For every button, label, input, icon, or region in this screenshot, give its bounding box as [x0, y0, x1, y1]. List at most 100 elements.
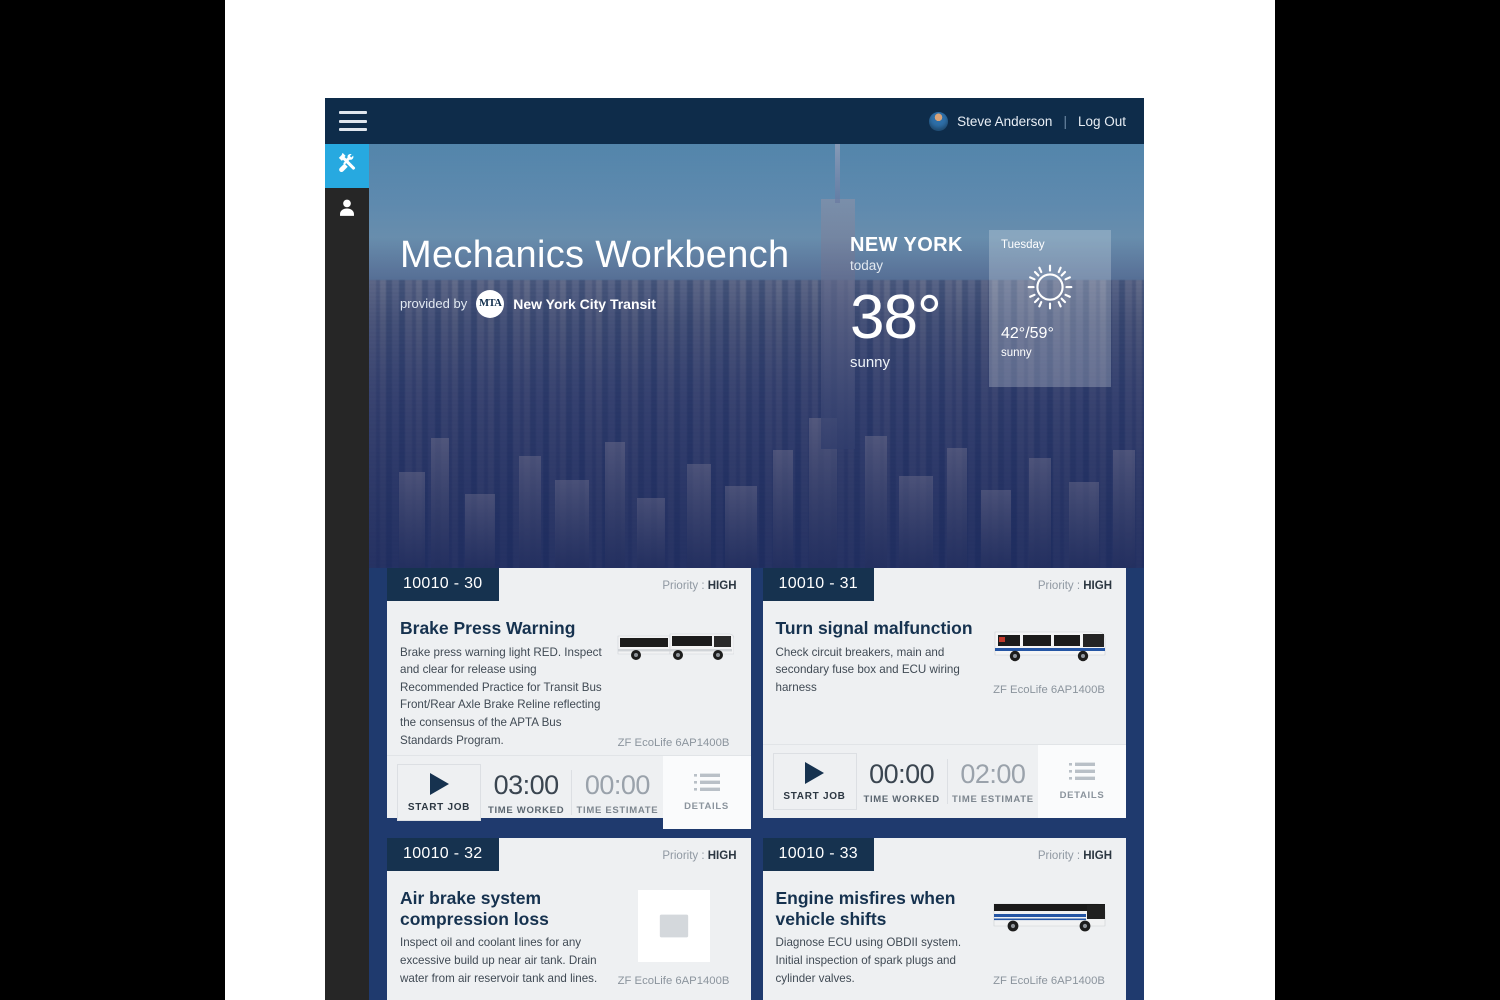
time-estimate-value: 02:00 [960, 758, 1026, 789]
sun-icon [1019, 258, 1081, 316]
list-icon [1069, 762, 1095, 780]
time-worked-label: TIME WORKED [863, 793, 940, 805]
job-card-media: ZF EcoLife 6AP1400B [611, 888, 737, 987]
job-description: Inspect oil and coolant lines for any ex… [400, 936, 598, 985]
start-job-button[interactable]: START JOB [772, 753, 857, 810]
job-id-badge: 10010 - 32 [387, 838, 499, 871]
image-icon [659, 914, 688, 938]
user-menu: Steve Anderson | Log Out [929, 111, 1126, 131]
priority-prefix: Priority : [662, 580, 708, 592]
job-description: Check circuit breakers, main and seconda… [775, 645, 960, 694]
job-card-top: 10010 - 30 Priority : HIGH Brake Press W… [387, 568, 751, 755]
weather-forecast-card: Tuesday 42°/59° sunny [989, 230, 1111, 387]
time-estimate: 00:00 TIME ESTIMATE [572, 756, 662, 829]
tools-icon [336, 152, 358, 180]
sidebar-item-profile[interactable] [325, 188, 369, 232]
job-card-media: ZF EcoLife 6AP1400B [986, 888, 1112, 987]
time-worked: 03:00 TIME WORKED [481, 756, 571, 829]
priority-value: HIGH [707, 580, 737, 592]
priority-label: Priority : HIGH [662, 850, 736, 862]
job-card-grid: 10010 - 30 Priority : HIGH Brake Press W… [369, 568, 1144, 1000]
bus-model: ZF EcoLife 6AP1400B [993, 684, 1105, 697]
details-label: DETAILS [1059, 790, 1105, 801]
priority-label: Priority : HIGH [1038, 580, 1112, 592]
priority-value: HIGH [707, 850, 737, 862]
priority-label: Priority : HIGH [662, 580, 736, 592]
logout-link[interactable]: Log Out [1078, 114, 1126, 129]
job-card-footer: START JOB 03:00 TIME WORKED 00:00 TIME E… [387, 755, 751, 830]
priority-prefix: Priority : [1037, 580, 1084, 592]
hamburger-menu-icon[interactable] [339, 111, 367, 131]
city-bus-image [994, 631, 1106, 662]
job-card[interactable]: 10010 - 31 Priority : HIGH Turn signal m… [762, 568, 1127, 818]
provided-by-row: provided by MTA New York City Transit [400, 289, 789, 318]
weather-current: NEW YORK today 38° sunny [850, 234, 963, 371]
coach-bus-image [993, 903, 1106, 932]
play-icon [805, 761, 824, 784]
job-card[interactable]: 10010 - 33 Priority : HIGH Engine misfir… [762, 838, 1127, 1000]
priority-value: HIGH [1083, 580, 1112, 592]
start-job-label: START JOB [783, 790, 846, 802]
user-name: Steve Anderson [957, 113, 1053, 129]
priority-prefix: Priority : [1037, 850, 1084, 862]
details-label: DETAILS [684, 801, 729, 813]
start-job-button[interactable]: START JOB [397, 764, 481, 822]
priority-value: HIGH [1083, 850, 1112, 862]
time-worked-value: 03:00 [493, 769, 560, 800]
time-worked-label: TIME WORKED [487, 804, 565, 816]
start-job-label: START JOB [407, 801, 471, 813]
time-estimate: 02:00 TIME ESTIMATE [948, 745, 1038, 818]
job-title: Air brake system compression loss [400, 888, 549, 929]
bus-model: ZF EcoLife 6AP1400B [617, 737, 730, 750]
job-id-badge: 10010 - 30 [387, 568, 499, 601]
sidebar-item-workbench[interactable] [325, 144, 369, 188]
job-card-media: ZF EcoLife 6AP1400B [986, 618, 1112, 696]
play-icon [429, 772, 449, 795]
bus-model: ZF EcoLife 6AP1400B [993, 975, 1105, 988]
job-card[interactable]: 10010 - 32 Priority : HIGH Air brake sys… [387, 838, 751, 1000]
time-worked: 00:00 TIME WORKED [857, 745, 947, 818]
weather-condition: sunny [850, 353, 891, 371]
job-description: Diagnose ECU using OBDII system. Initial… [775, 936, 962, 985]
forecast-condition: sunny [1001, 347, 1032, 359]
job-title: Turn signal malfunction [775, 618, 973, 638]
avatar[interactable] [929, 111, 949, 131]
job-card[interactable]: 10010 - 30 Priority : HIGH Brake Press W… [387, 568, 751, 830]
separator: | [1063, 113, 1067, 129]
job-description: Brake press warning light RED. Inspect a… [400, 645, 602, 747]
job-card-media: ZF EcoLife 6AP1400B [611, 618, 737, 749]
top-bar: Steve Anderson | Log Out [325, 98, 1144, 144]
forecast-day: Tuesday [1001, 239, 1045, 251]
screenshot-stage: Steve Anderson | Log Out Mechanics Workb… [0, 0, 1500, 1000]
job-card-top: 10010 - 32 Priority : HIGH Air brake sys… [387, 838, 751, 1000]
job-card-top: 10010 - 33 Priority : HIGH Engine misfir… [762, 838, 1127, 1000]
sidebar [325, 144, 369, 1000]
job-card-text: Brake Press Warning Brake press warning … [400, 618, 603, 749]
job-card-text: Engine misfires when vehicle shifts Diag… [776, 888, 979, 987]
letterbox-left [0, 0, 225, 1000]
job-card-text: Turn signal malfunction Check circuit br… [776, 618, 979, 696]
hero-title-block: Mechanics Workbench provided by MTA New … [400, 234, 790, 318]
user-icon [336, 197, 358, 224]
forecast-range: 42°/59° [1001, 325, 1054, 342]
details-button[interactable]: DETAILS [1038, 745, 1126, 818]
list-icon [693, 773, 720, 792]
page-title: Mechanics Workbench [400, 234, 790, 276]
job-card-top: 10010 - 31 Priority : HIGH Turn signal m… [762, 568, 1127, 744]
time-estimate-value: 00:00 [584, 769, 651, 800]
weather-city: NEW YORK [850, 234, 963, 256]
job-title: Engine misfires when vehicle shifts [775, 888, 956, 929]
priority-prefix: Priority : [662, 850, 708, 862]
time-worked-value: 00:00 [869, 758, 935, 789]
hero-banner: Mechanics Workbench provided by MTA New … [369, 144, 1144, 568]
job-card-footer: START JOB 00:00 TIME WORKED 02:00 TIME E… [762, 744, 1126, 818]
time-estimate-label: TIME ESTIMATE [951, 793, 1034, 805]
mta-logo: MTA [476, 289, 505, 318]
organization-name: New York City Transit [513, 295, 656, 312]
image-placeholder [637, 890, 710, 962]
priority-label: Priority : HIGH [1038, 850, 1112, 862]
details-button[interactable]: DETAILS [662, 756, 751, 830]
time-estimate-label: TIME ESTIMATE [576, 804, 659, 816]
letterbox-right [1275, 0, 1500, 1000]
provided-by-label: provided by [400, 296, 468, 312]
